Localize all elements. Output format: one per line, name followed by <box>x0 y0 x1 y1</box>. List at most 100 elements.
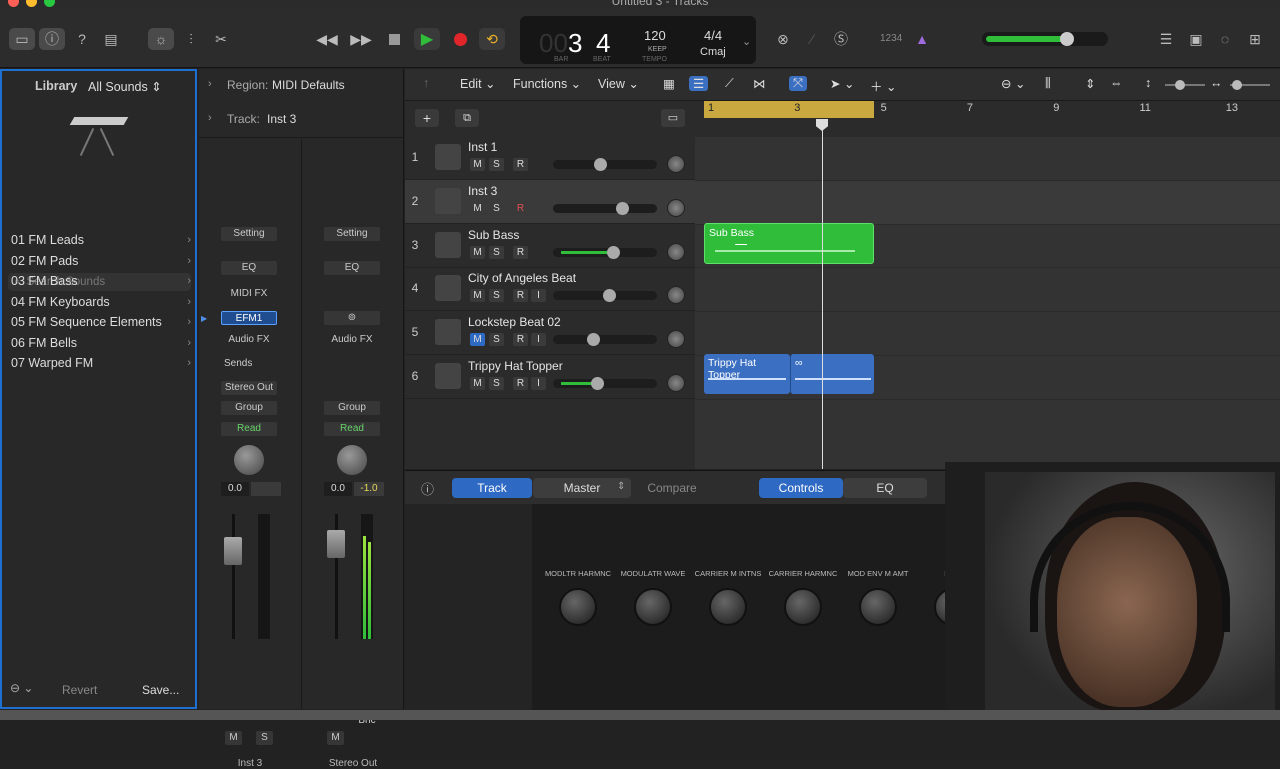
library-filter-dropdown[interactable]: All Sounds ⇕ <box>88 79 162 94</box>
flex-icon[interactable]: ⋈ <box>753 76 766 91</box>
track-row[interactable]: 2 Inst 3 MSR <box>405 179 695 224</box>
plugin-knob[interactable] <box>709 588 747 626</box>
library-item[interactable]: 01 FM Leads › <box>11 230 191 250</box>
solo-button[interactable]: S <box>489 333 504 347</box>
replace-icon[interactable]: ⊗ <box>770 28 796 50</box>
horizontal-zoom-slider[interactable] <box>1230 80 1270 90</box>
record-enable-button[interactable]: R <box>513 245 528 259</box>
play-button[interactable]: ▶ <box>414 28 440 50</box>
automation-mode[interactable]: Read <box>324 422 380 436</box>
library-toggle-button[interactable]: ▭ <box>9 28 35 50</box>
library-item[interactable]: 03 FM Bass › <box>11 271 191 291</box>
input-monitor-button[interactable]: I <box>531 333 546 347</box>
ruler[interactable]: 1 3 5 7 9 11 13 <box>695 101 1280 137</box>
track-name[interactable]: Lockstep Beat 02 <box>468 315 561 329</box>
editors-button[interactable]: ✂ <box>208 28 234 50</box>
region-disclosure-icon[interactable]: › <box>208 78 212 90</box>
duplicate-track-icon[interactable]: ⧉ <box>455 109 479 127</box>
record-enable-button[interactable]: R <box>513 333 528 347</box>
notepad-icon[interactable]: ▣ <box>1183 28 1209 50</box>
catch-icon[interactable]: ⤧ <box>789 76 808 91</box>
track-lane[interactable] <box>695 268 1280 313</box>
volume-thumb[interactable] <box>602 289 616 303</box>
pointer-tool-icon[interactable]: ➤ ⌄ <box>830 76 854 91</box>
cycle-button[interactable]: ⟲ <box>479 28 505 50</box>
master-volume-thumb[interactable] <box>1060 32 1074 46</box>
track-lane[interactable] <box>695 312 1280 356</box>
count-in-display[interactable]: 1234 <box>880 33 902 44</box>
global-tracks-icon[interactable]: ▭ <box>661 109 685 127</box>
setting-button[interactable]: Setting <box>324 227 380 241</box>
input-monitor-button[interactable]: I <box>531 377 546 390</box>
mute-button[interactable]: M <box>225 731 242 745</box>
mute-button[interactable]: M <box>470 333 485 347</box>
track-name[interactable]: Inst 1 <box>468 140 497 154</box>
plugin-knob[interactable] <box>784 588 822 626</box>
track-row[interactable]: 5 Lockstep Beat 02 M S R I <box>405 311 695 356</box>
vertical-fit-icon[interactable]: ⇕ <box>1085 76 1095 91</box>
output-slot[interactable]: Stereo Out <box>221 381 277 395</box>
grid-view-icon[interactable]: ▦ <box>663 76 675 91</box>
waveform-zoom-icon[interactable]: ⫼ <box>1045 76 1051 91</box>
zoom-window-button[interactable] <box>44 0 55 7</box>
solo-button[interactable]: S <box>489 245 504 259</box>
lcd-display[interactable]: 00 3 4 BAR BEAT 120 KEEP TEMPO 4/4 Cmaj … <box>520 16 756 64</box>
track-pan-knob[interactable] <box>667 286 685 305</box>
master-dropdown-icon[interactable]: ⇕ <box>617 481 625 492</box>
pan-knob[interactable] <box>234 445 264 475</box>
automation-icon[interactable]: ⟋ <box>725 76 734 91</box>
volume-thumb[interactable] <box>616 201 629 215</box>
track-pan-knob[interactable] <box>667 198 685 217</box>
edit-menu[interactable]: Edit ⌄ <box>460 76 496 91</box>
track-pan-knob[interactable] <box>667 374 685 392</box>
metronome-icon[interactable]: ▲ <box>909 28 935 50</box>
solo-button[interactable]: S <box>489 158 504 171</box>
trippy-hat-region-2[interactable]: ∞ <box>790 354 874 394</box>
close-window-button[interactable] <box>8 0 19 7</box>
lcd-dropdown-icon[interactable]: ⌄ <box>742 35 751 48</box>
up-arrow-icon[interactable]: ↑ <box>423 76 429 90</box>
mixer-button[interactable]: ⫶ <box>178 28 204 50</box>
solo-icon[interactable]: Ⓢ <box>828 28 854 50</box>
fader-cap[interactable] <box>327 530 345 558</box>
volume-thumb[interactable] <box>587 333 601 347</box>
library-item[interactable]: 04 FM Keyboards › <box>11 292 191 312</box>
inspector-toggle-button[interactable]: ⓘ <box>39 28 65 50</box>
group-slot[interactable]: Group <box>324 401 380 415</box>
library-item[interactable]: 05 FM Sequence Elements › <box>11 312 191 332</box>
track-name[interactable]: Sub Bass <box>468 228 519 242</box>
track-volume-slider[interactable] <box>553 158 657 171</box>
instrument-slot[interactable]: EFM1 <box>221 311 277 325</box>
automation-mode[interactable]: Read <box>221 422 277 436</box>
record-enable-button[interactable]: R <box>513 377 528 390</box>
audio-fx-slot[interactable]: Audio FX <box>324 333 380 347</box>
pencil-tool-icon[interactable]: ＋ ⌄ <box>870 76 896 95</box>
plugin-knob[interactable] <box>559 588 597 626</box>
track-row[interactable]: 6 Trippy Hat Topper M S R I <box>405 355 695 399</box>
track-lane[interactable] <box>695 180 1280 225</box>
toolbar-toggle-button[interactable]: ▤ <box>98 28 124 50</box>
solo-button[interactable]: S <box>489 289 504 303</box>
rewind-icon[interactable]: ◀◀ <box>314 28 340 50</box>
master-volume-slider[interactable] <box>982 32 1108 46</box>
loop-browser-icon[interactable]: ◌ <box>1212 28 1238 50</box>
fader-cap[interactable] <box>224 537 242 565</box>
revert-button[interactable]: Revert <box>62 683 97 697</box>
volume-fader[interactable] <box>326 514 348 644</box>
mute-button[interactable]: M <box>470 377 485 390</box>
list-editors-icon[interactable]: ☰ <box>1153 28 1179 50</box>
track-volume-slider[interactable] <box>553 377 657 390</box>
audio-fx-slot[interactable]: Audio FX <box>221 333 277 347</box>
eq-tab[interactable]: EQ <box>843 478 927 498</box>
track-volume-slider[interactable] <box>553 333 657 347</box>
list-view-icon[interactable]: ☰ <box>689 76 709 91</box>
plugin-knob[interactable] <box>859 588 897 626</box>
functions-menu[interactable]: Functions ⌄ <box>513 76 581 91</box>
sub-bass-region[interactable]: Sub Bass <box>704 223 874 264</box>
track-name[interactable]: City of Angeles Beat <box>468 271 576 285</box>
track-volume-slider[interactable] <box>553 289 657 303</box>
vertical-zoom-icon[interactable]: ↕ <box>1145 76 1151 90</box>
group-slot[interactable]: Group <box>221 401 277 415</box>
cycle-region[interactable] <box>704 101 874 118</box>
library-options-icon[interactable]: ⊖ ⌄ <box>10 681 33 695</box>
